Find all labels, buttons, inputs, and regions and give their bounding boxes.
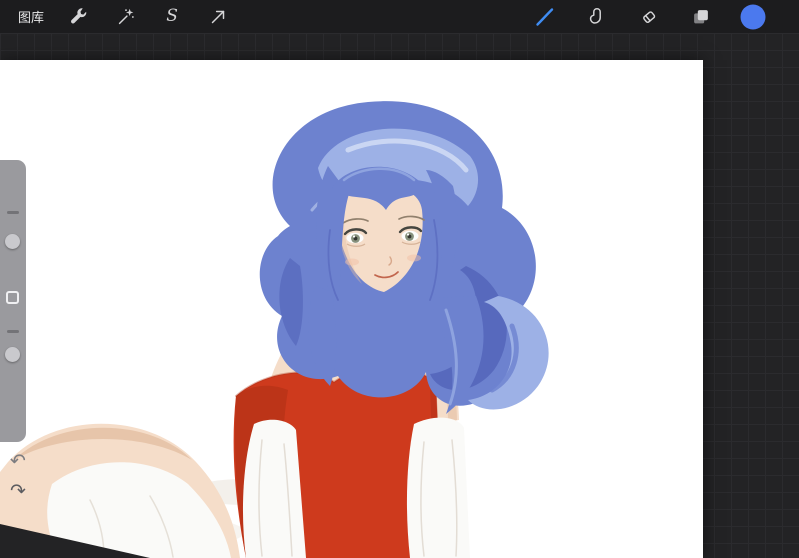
artwork-outfit xyxy=(233,365,470,558)
selection-button[interactable]: S xyxy=(158,3,186,31)
smudge-button[interactable] xyxy=(583,3,611,31)
selection-s-icon: S xyxy=(166,6,178,26)
toolbar-left-group: 图库 S xyxy=(18,3,232,31)
workspace: ↶ ↷ xyxy=(0,33,799,558)
wrench-icon xyxy=(71,7,87,23)
erase-button[interactable] xyxy=(635,3,663,31)
color-button[interactable] xyxy=(739,3,767,31)
artwork xyxy=(0,101,549,558)
opacity-tick xyxy=(7,330,19,333)
sidebar xyxy=(0,160,26,442)
adjustments-button[interactable] xyxy=(112,3,140,31)
actions-button[interactable] xyxy=(66,3,94,31)
transform-arrow-icon xyxy=(211,10,225,23)
brush-size-tick xyxy=(7,211,19,214)
layers-button[interactable] xyxy=(687,3,715,31)
smudge-finger-icon xyxy=(589,7,601,24)
modify-button[interactable] xyxy=(6,291,19,304)
magic-wand-icon xyxy=(118,8,134,24)
transform-button[interactable] xyxy=(204,3,232,31)
redo-button[interactable]: ↷ xyxy=(6,480,30,502)
layers-icon xyxy=(694,9,708,23)
eraser-icon xyxy=(643,10,656,23)
gallery-button[interactable]: 图库 xyxy=(18,7,44,26)
opacity-handle[interactable] xyxy=(5,347,20,362)
toolbar: 图库 S xyxy=(0,0,799,33)
paintbrush-icon xyxy=(536,7,554,26)
canvas[interactable] xyxy=(0,60,703,558)
paint-button[interactable] xyxy=(531,3,559,31)
toolbar-right-group xyxy=(531,3,767,31)
brush-size-handle[interactable] xyxy=(5,234,20,249)
color-swatch xyxy=(740,4,766,29)
undo-button[interactable]: ↶ xyxy=(6,450,30,472)
